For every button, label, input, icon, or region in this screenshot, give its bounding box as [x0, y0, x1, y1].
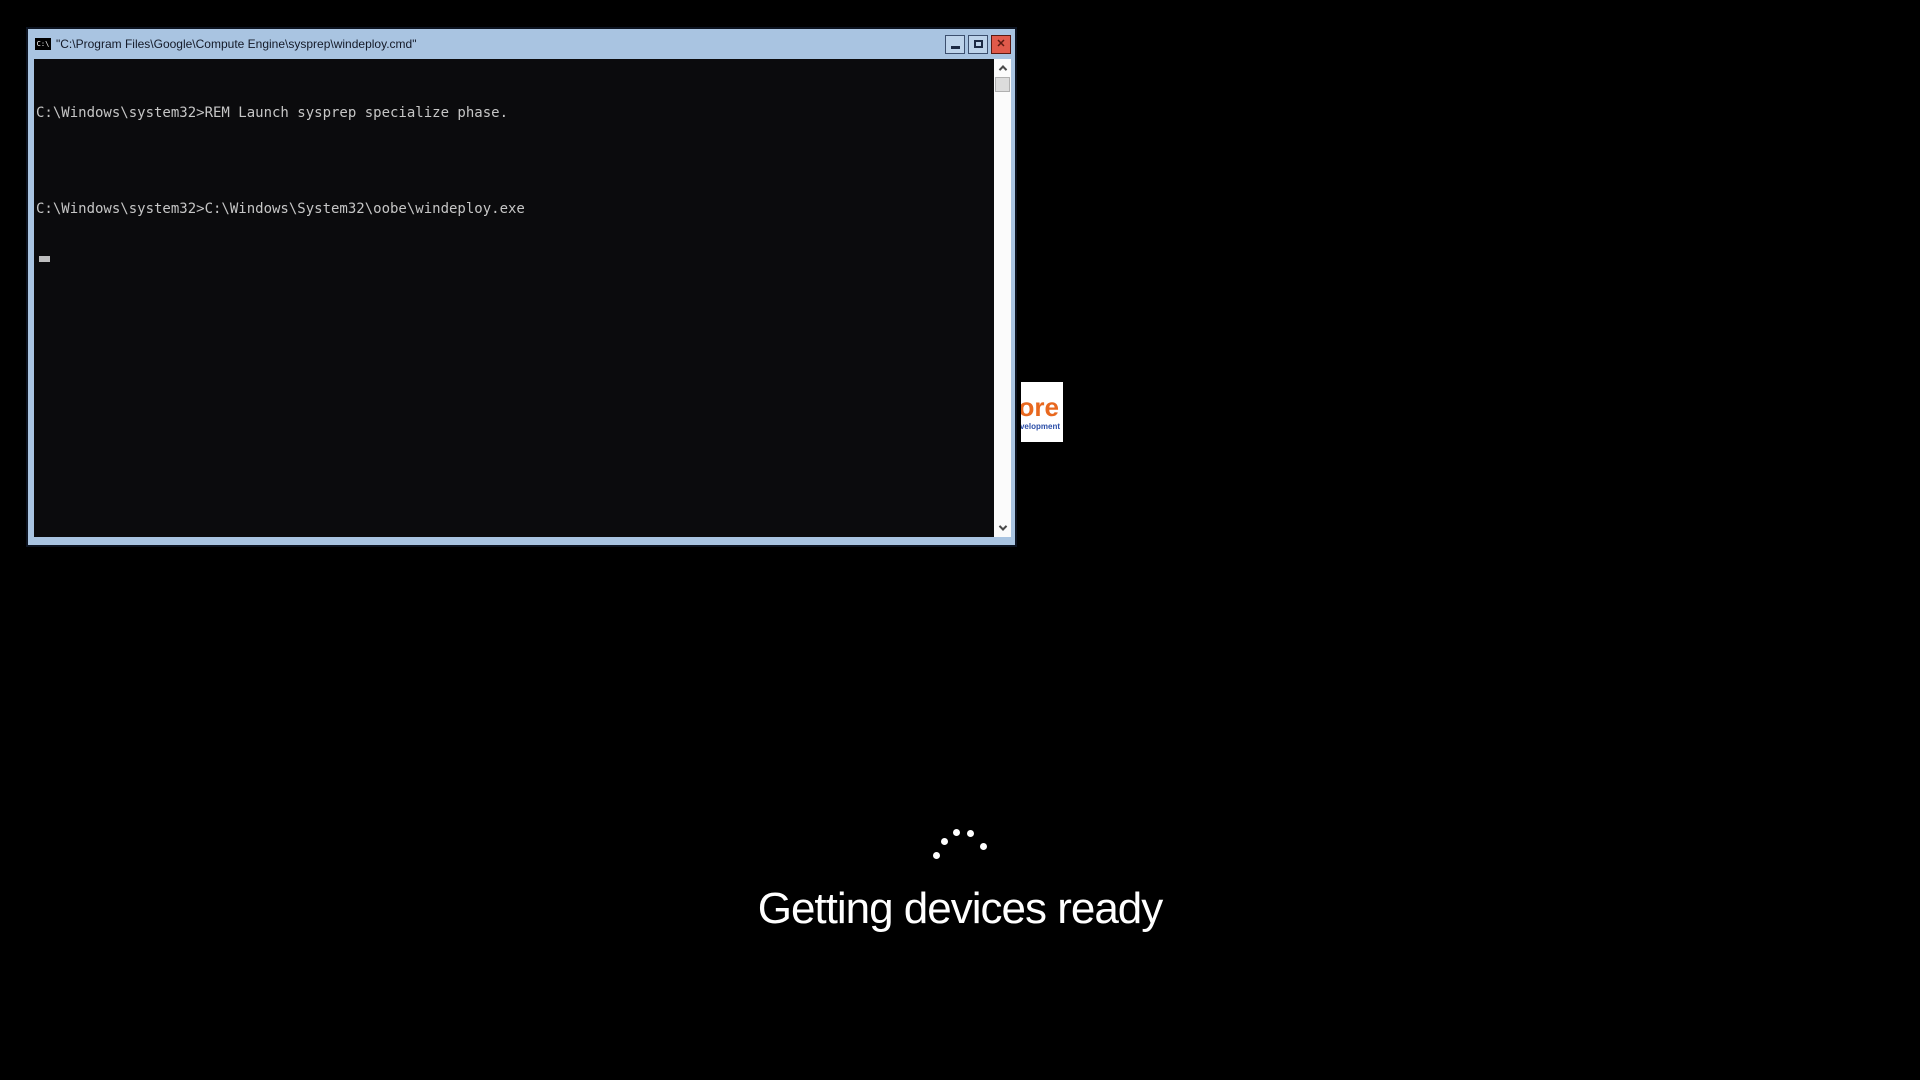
- maximize-button[interactable]: [968, 34, 988, 54]
- spinner-dot: [953, 829, 960, 836]
- scrollbar-down-button[interactable]: [994, 519, 1011, 536]
- minimize-button[interactable]: [945, 34, 965, 54]
- spinner-dot: [980, 843, 987, 850]
- spinner-dot: [933, 852, 940, 859]
- spinner-dot: [967, 830, 974, 837]
- scrollbar-thumb[interactable]: [995, 77, 1010, 92]
- scrollbar[interactable]: [994, 59, 1011, 537]
- close-button[interactable]: ✕: [991, 34, 1011, 54]
- maximize-icon: [973, 40, 983, 48]
- app-logo-subtext: velopment: [1021, 422, 1060, 431]
- console-window: C:\ "C:\Program Files\Google\Compute Eng…: [26, 27, 1017, 547]
- chevron-down-icon: [998, 521, 1007, 531]
- scrollbar-up-button[interactable]: [994, 59, 1011, 76]
- loading-spinner-icon: [930, 826, 990, 862]
- status-text: Getting devices ready: [757, 884, 1164, 933]
- minimize-icon: [950, 46, 960, 49]
- console-body: C:\Windows\system32>REM Launch sysprep s…: [34, 59, 1011, 537]
- cmd-icon: C:\: [35, 38, 51, 50]
- close-icon: ✕: [996, 37, 1006, 50]
- window-title: "C:\Program Files\Google\Compute Engine\…: [56, 37, 417, 51]
- window-controls: ✕: [945, 34, 1011, 54]
- titlebar[interactable]: C:\ "C:\Program Files\Google\Compute Eng…: [28, 29, 1015, 59]
- spinner-dot: [941, 838, 948, 845]
- app-logo-text: ore: [1021, 392, 1059, 422]
- background-app-window[interactable]: ore velopment: [1021, 382, 1063, 442]
- console-line: C:\Windows\system32>REM Launch sysprep s…: [36, 105, 509, 121]
- chevron-up-icon: [998, 64, 1007, 74]
- console-cursor: [39, 256, 50, 262]
- console-output[interactable]: C:\Windows\system32>REM Launch sysprep s…: [34, 59, 994, 537]
- console-line: C:\Windows\system32>C:\Windows\System32\…: [36, 201, 525, 217]
